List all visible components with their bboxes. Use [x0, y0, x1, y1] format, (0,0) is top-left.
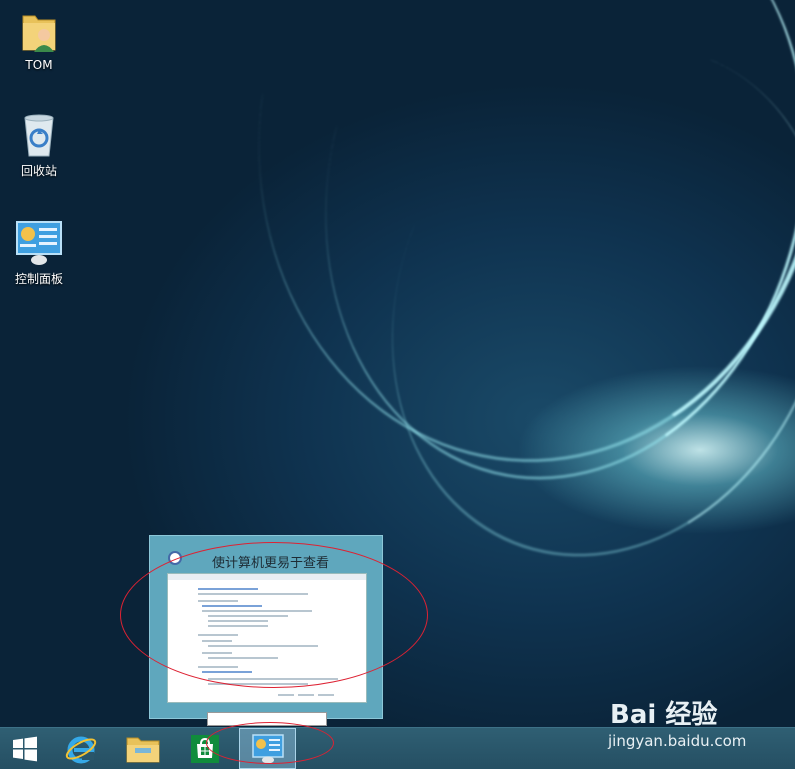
user-folder-icon	[19, 8, 59, 54]
folder-icon	[126, 737, 160, 762]
start-button[interactable]	[0, 728, 50, 769]
baidu-watermark-url: jingyan.baidu.com	[608, 732, 747, 750]
desktop-icon-recycle-bin[interactable]: 回收站	[2, 112, 76, 179]
ie-icon	[65, 736, 97, 763]
taskbar-file-explorer[interactable]	[118, 728, 168, 769]
control-panel-icon	[16, 220, 62, 266]
desktop-icon-control-panel[interactable]: 控制面板	[2, 220, 76, 287]
baidu-watermark: Bai 经验	[610, 700, 718, 730]
desktop-icon-label: 控制面板	[14, 272, 63, 286]
annotation-ellipse	[120, 542, 428, 688]
desktop-icon-label: TOM	[25, 58, 53, 72]
taskbar-internet-explorer[interactable]	[56, 728, 106, 769]
desktop-icon-label: 回收站	[20, 164, 57, 178]
recycle-bin-icon	[19, 112, 59, 158]
annotation-ellipse	[206, 722, 334, 764]
desktop-icon-tom[interactable]: TOM	[2, 8, 76, 72]
windows-logo-icon	[13, 736, 37, 761]
